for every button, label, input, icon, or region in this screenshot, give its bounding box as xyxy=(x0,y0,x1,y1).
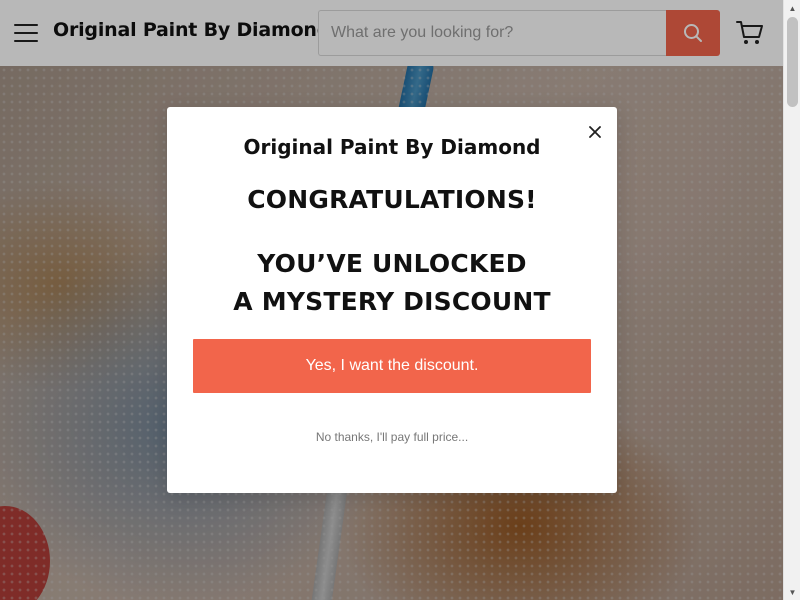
page: Original Paint By Diamond What are you l… xyxy=(0,0,800,600)
scroll-down-arrow-icon[interactable]: ▼ xyxy=(784,584,800,600)
modal-headline: CONGRATULATIONS! xyxy=(247,185,537,214)
accept-discount-button[interactable]: Yes, I want the discount. xyxy=(193,339,591,393)
modal-subheadline: YOU’VE UNLOCKED A MYSTERY DISCOUNT xyxy=(167,245,617,321)
scrollbar[interactable]: ▲ ▼ xyxy=(783,0,800,600)
scroll-up-arrow-icon[interactable]: ▲ xyxy=(784,0,800,16)
modal-subheadline-line2: A MYSTERY DISCOUNT xyxy=(233,287,551,316)
decline-link[interactable]: No thanks, I'll pay full price... xyxy=(167,430,617,444)
modal-brand: Original Paint By Diamond xyxy=(243,135,541,159)
discount-modal: Original Paint By Diamond CONGRATULATION… xyxy=(167,107,617,493)
scrollbar-thumb[interactable] xyxy=(787,17,798,107)
modal-subheadline-line1: YOU’VE UNLOCKED xyxy=(257,249,527,278)
